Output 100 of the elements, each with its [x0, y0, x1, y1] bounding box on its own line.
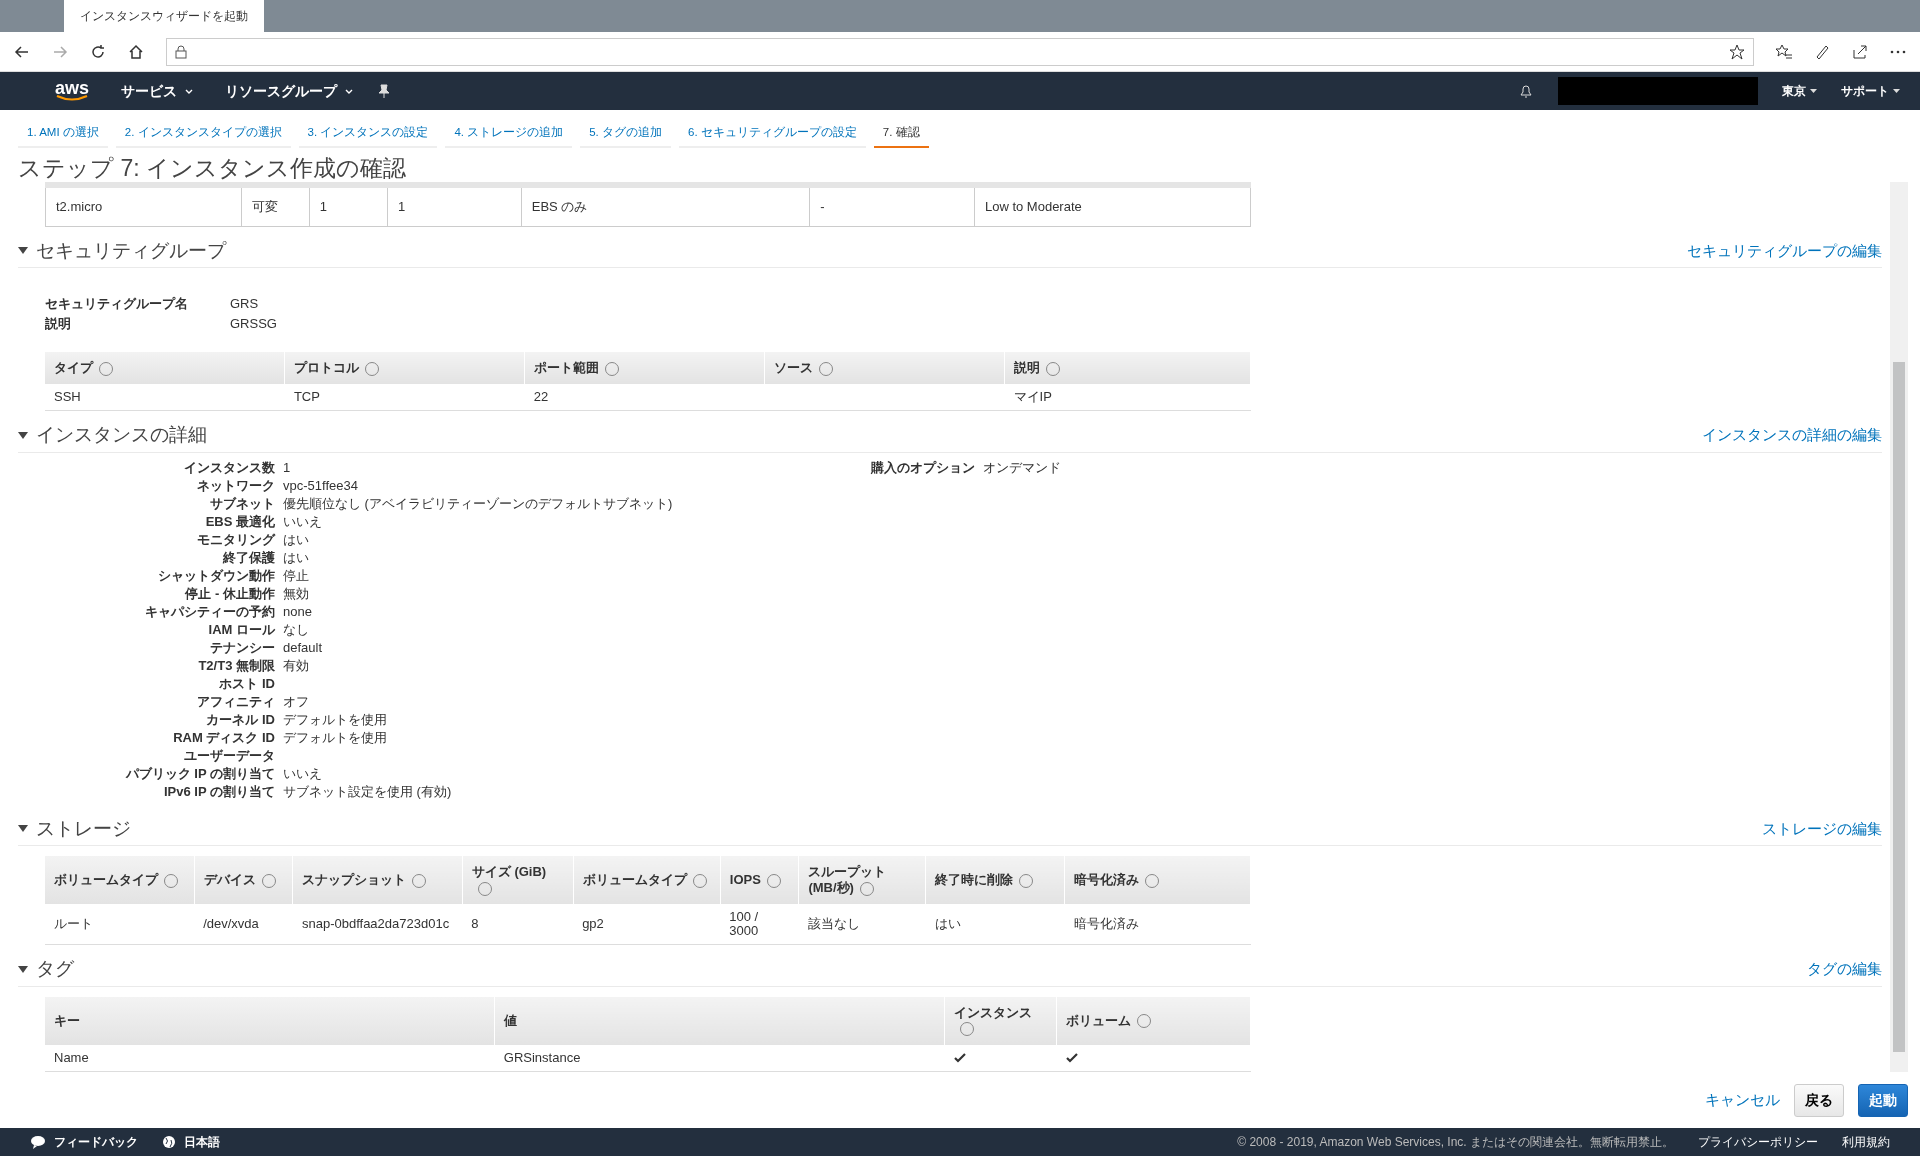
nav-menu[interactable]: リソースグループ [225, 80, 338, 102]
field-value: デフォルトを使用 [283, 710, 388, 729]
support-menu[interactable]: サポート [1841, 82, 1889, 100]
wizard-tab[interactable]: 7. 確認 [873, 120, 929, 148]
field-label: テナンシー [209, 638, 276, 657]
column-header: タイプ [45, 352, 285, 384]
expand-triangle-icon[interactable] [18, 825, 28, 833]
field-value: オフ [283, 692, 310, 711]
column-header: サイズ (GiB) [462, 856, 574, 904]
field-label: EBS 最適化 [204, 512, 276, 531]
field-value: vpc-51ffee34 [283, 476, 359, 495]
column-header: デバイス [194, 856, 293, 904]
field-value: デフォルトを使用 [283, 728, 388, 747]
table-cell: 22 [524, 384, 765, 411]
forward-icon[interactable] [52, 43, 68, 60]
table-cell: マイIP [1004, 384, 1251, 411]
expand-triangle-icon[interactable] [18, 247, 28, 255]
table-cell: gp2 [573, 904, 721, 945]
column-header: 暗号化済み [1065, 856, 1251, 904]
field-value: 無効 [283, 584, 310, 603]
refresh-icon[interactable] [90, 43, 106, 60]
privacy-link[interactable]: プライバシーポリシー [1698, 1133, 1818, 1151]
star-icon[interactable] [1729, 43, 1745, 60]
table-cell: 該当なし [798, 904, 926, 945]
pen-icon[interactable] [1814, 43, 1830, 60]
cancel-link[interactable]: キャンセル [1705, 1088, 1780, 1112]
wizard-tab[interactable]: 5. タグの追加 [580, 120, 671, 148]
field-label: キャパシティーの予約 [144, 602, 276, 621]
column-header: スナップショット [292, 856, 463, 904]
edit-link[interactable]: ストレージの編集 [1762, 817, 1882, 840]
section-title: ストレージ [36, 816, 131, 841]
address-field[interactable] [166, 37, 1754, 66]
field-value: none [283, 602, 313, 621]
expand-triangle-icon[interactable] [18, 965, 28, 973]
field-label: インスタンス数 [183, 458, 276, 477]
launch-button[interactable]: 起動 [1858, 1083, 1908, 1117]
wizard-tab[interactable]: 1. AMI の選択 [18, 120, 108, 148]
field-label: パブリック IP の割り当て [124, 764, 276, 783]
page-title: ステップ 7: インスタンス作成の確認 [18, 154, 407, 182]
table-cell: snap-0bdffaa2da723d01c [292, 904, 463, 945]
field-label: アフィニティ [196, 692, 276, 711]
more-icon[interactable] [1890, 49, 1906, 54]
field-label: RAM ディスク ID [172, 728, 276, 747]
field-label: ホスト ID [218, 674, 276, 693]
field-value: 優先順位なし (アベイラビリティーゾーンのデフォルトサブネット) [283, 494, 674, 513]
wizard-tab[interactable]: 3. インスタンスの設定 [298, 120, 438, 148]
favorites-icon[interactable] [1776, 43, 1792, 60]
table-cell: 1 [387, 185, 522, 226]
field-label: カーネル ID [205, 710, 276, 729]
pin-icon[interactable] [377, 84, 392, 98]
edit-link[interactable]: インスタンスの詳細の編集 [1702, 424, 1882, 447]
smile-icon [55, 94, 89, 102]
nav-menu[interactable]: サービス [121, 80, 178, 102]
field-label: 終了保護 [222, 548, 276, 567]
terms-link[interactable]: 利用規約 [1842, 1133, 1890, 1151]
caret-icon [1810, 89, 1817, 93]
column-header: ボリュームタイプ [45, 856, 195, 904]
field-label: 購入のオプション [870, 458, 976, 477]
column-header: 値 [494, 996, 945, 1045]
field-value: はい [283, 548, 310, 567]
chevron-down-icon [185, 88, 194, 94]
back-button[interactable]: 戻る [1794, 1083, 1844, 1117]
field-label: 停止 - 休止動作 [183, 584, 276, 603]
table-cell: 可変 [241, 185, 310, 226]
expand-triangle-icon[interactable] [18, 431, 28, 439]
edit-link[interactable]: タグの編集 [1807, 958, 1882, 981]
feedback-link[interactable]: フィードバック [30, 1133, 138, 1151]
scrollbar[interactable] [1890, 182, 1908, 1072]
globe-icon [162, 1135, 176, 1149]
field-label: ネットワーク [196, 476, 276, 495]
field-value: GRSSG [230, 315, 278, 333]
bell-icon[interactable] [1518, 83, 1534, 99]
field-value: default [283, 638, 324, 657]
language-link[interactable]: 日本語 [162, 1133, 220, 1151]
copyright-text: © 2008 - 2019, Amazon Web Services, Inc. またはその関連会社。無断転用禁止。 [1237, 1134, 1674, 1151]
field-value: 停止 [283, 566, 310, 585]
table-cell: 暗号化済み [1065, 904, 1251, 945]
field-label: IPv6 IP の割り当て [163, 782, 276, 801]
edit-link[interactable]: セキュリティグループの編集 [1687, 239, 1882, 262]
table-cell: 1 [309, 185, 388, 226]
column-header: ボリュームタイプ [573, 856, 721, 904]
wizard-tab[interactable]: 4. ストレージの追加 [445, 120, 573, 148]
browser-tab[interactable]: インスタンスウィザードを起動 [64, 0, 264, 32]
field-label: サブネット [209, 494, 276, 513]
back-icon[interactable] [14, 43, 30, 60]
column-header: ボリューム [1056, 996, 1251, 1045]
share-icon[interactable] [1852, 43, 1868, 60]
column-header: 終了時に削除 [925, 856, 1065, 904]
home-icon[interactable] [128, 43, 144, 60]
speech-bubble-icon [30, 1135, 46, 1149]
field-label: 説明 [45, 315, 72, 333]
lock-icon [175, 44, 187, 59]
wizard-tab[interactable]: 2. インスタンスタイプの選択 [115, 120, 291, 148]
caret-icon [1893, 89, 1900, 93]
field-value: いいえ [283, 512, 323, 531]
logo-text[interactable]: aws [55, 80, 90, 95]
table-cell: GRSinstance [494, 1044, 945, 1071]
column-header: ポート範囲 [524, 352, 765, 384]
wizard-tab[interactable]: 6. セキュリティグループの設定 [679, 120, 866, 148]
region-menu[interactable]: 東京 [1782, 82, 1806, 100]
